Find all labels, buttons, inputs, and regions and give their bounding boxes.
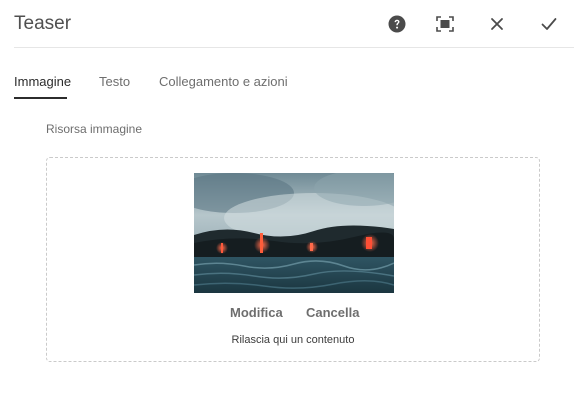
fullscreen-icon: [436, 16, 454, 32]
image-dropzone[interactable]: Modifica Cancella Rilascia qui un conten…: [46, 157, 540, 362]
help-button[interactable]: [385, 12, 409, 36]
active-tab-indicator: [14, 97, 67, 99]
cancel-button[interactable]: [485, 12, 509, 36]
checkmark-icon: [541, 18, 557, 30]
image-field-label: Risorsa immagine: [46, 122, 143, 136]
done-button[interactable]: [537, 12, 561, 36]
image-thumbnail: [194, 173, 394, 293]
tab-immagine[interactable]: Immagine: [14, 74, 71, 89]
clear-image-button[interactable]: Cancella: [306, 305, 359, 320]
dialog-header: Teaser: [0, 0, 584, 48]
tab-testo[interactable]: Testo: [99, 74, 130, 89]
drop-hint: Rilascia qui un contenuto: [231, 334, 355, 346]
close-icon: [491, 18, 503, 30]
help-circle-icon: [388, 15, 406, 33]
fullscreen-button[interactable]: [433, 12, 457, 36]
edit-image-button[interactable]: Modifica: [230, 305, 283, 320]
tab-collegamento-e-azioni[interactable]: Collegamento e azioni: [159, 74, 288, 89]
header-divider: [14, 47, 574, 48]
dialog-title: Teaser: [14, 13, 72, 34]
